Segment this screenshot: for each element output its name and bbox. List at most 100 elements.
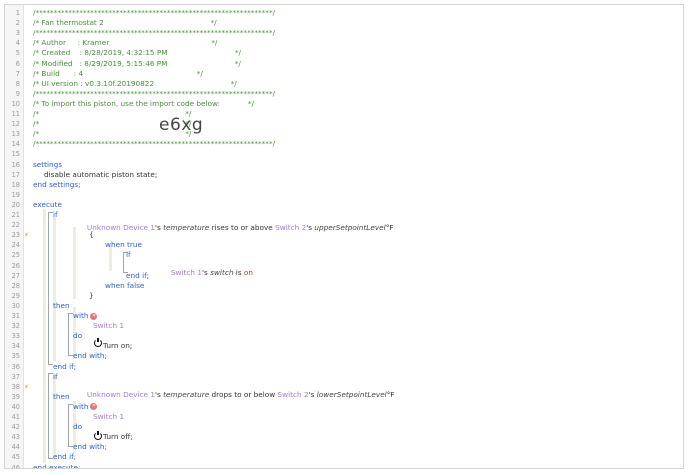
line-number: 38 [11, 382, 20, 391]
code-line: /* */ [33, 119, 192, 129]
line-number: 5 [15, 49, 20, 58]
code-line[interactable]: { [89, 230, 683, 240]
line-number: 17 [11, 170, 20, 179]
line-number: 41 [11, 413, 20, 421]
line-number: 34 [11, 342, 20, 351]
code-line[interactable]: end if; [126, 271, 683, 281]
if2-bracket [48, 373, 49, 459]
line-number: 2 [15, 19, 20, 28]
trigger-marker-column: ⚡ ⚡ [23, 5, 30, 468]
code-line[interactable]: then [53, 392, 683, 402]
code-line: /* */ [33, 109, 192, 118]
code-line[interactable]: end settings; [33, 180, 683, 190]
line-number: 3 [15, 29, 20, 38]
code-line: /***************************************… [33, 8, 276, 17]
with1-bracket [68, 313, 69, 356]
code-line[interactable]: execute [33, 200, 683, 210]
piston-code-editor: 1 2 3 4 5 6 7 8 9 10 11 12 13 14 15 16 17 18 19 20 21 22 23 24 2… [4, 4, 684, 469]
line-number: 28 [11, 281, 20, 290]
code-line[interactable]: when true [105, 240, 683, 250]
code-line[interactable]: Turn off; [103, 432, 683, 442]
if1-block-bar [53, 217, 56, 361]
code-line[interactable]: end with; [73, 442, 683, 452]
line-number: 32 [11, 322, 20, 331]
code-line[interactable]: do [73, 422, 683, 432]
line-number: 8 [15, 79, 20, 88]
line-number: 29 [11, 291, 20, 300]
code-line[interactable]: end execute; [33, 463, 683, 469]
code-line[interactable]: with ✕ [73, 402, 683, 412]
code-line[interactable]: end if; [53, 452, 683, 462]
line-number: 10 [11, 99, 20, 108]
line-number: 37 [11, 372, 20, 381]
line-number: 1 [15, 9, 20, 17]
code-line: /* Author : Kramer */ [33, 38, 218, 48]
lightning-bolt-icon: ⚡ [24, 382, 29, 391]
code-line: /***************************************… [33, 139, 276, 149]
line-number: 35 [11, 352, 20, 361]
if1-bracket [48, 212, 49, 365]
code-line: /* */ [33, 129, 192, 139]
inner-if-bracket [123, 252, 124, 273]
code-line[interactable]: if [53, 372, 683, 382]
line-number: 21 [11, 211, 20, 219]
code-line[interactable]: disable automatic piston state; [44, 170, 683, 180]
line-number: 11 [11, 110, 20, 118]
line-number: 4 [15, 39, 20, 48]
code-line: /* Build : 4 */ [33, 68, 203, 78]
code-line: /* Created : 8/28/2019, 4:32:15 PM */ [33, 48, 241, 58]
lightning-bolt-icon: ⚡ [24, 231, 29, 240]
line-number: 45 [11, 453, 20, 462]
line-number: 33 [11, 332, 20, 341]
code-line: /***************************************… [33, 88, 276, 98]
code-line[interactable]: } [89, 291, 683, 301]
code-line: /* Modified : 8/29/2019, 5:15:46 PM */ [33, 58, 241, 68]
code-line[interactable]: if [126, 250, 683, 260]
code-line[interactable]: settings [33, 160, 683, 170]
line-number: 30 [11, 301, 20, 310]
line-number: 20 [11, 200, 20, 209]
code-line: /***************************************… [33, 28, 276, 38]
line-number: 12 [11, 120, 20, 129]
line-number: 23 [11, 231, 20, 240]
line-number: 25 [11, 251, 20, 260]
code-line[interactable]: when false [105, 281, 683, 291]
code-area: e6xg Unknown Device 1's temperature rise… [31, 5, 683, 468]
if2-block-bar [53, 375, 56, 461]
line-number: 7 [15, 69, 20, 78]
line-number: 26 [11, 261, 20, 270]
line-number: 36 [11, 362, 20, 371]
line-number: 46 [11, 463, 20, 469]
code-line: /* UI version : v0.3.10f.20190822 */ [33, 78, 237, 88]
line-number: 43 [11, 433, 20, 442]
line-number: 15 [11, 150, 20, 159]
code-line[interactable]: Turn on; [103, 341, 683, 351]
with2-bracket [68, 404, 69, 447]
code-line[interactable]: Switch 1 [93, 412, 683, 422]
line-number: 14 [11, 140, 20, 149]
line-number: 19 [11, 190, 20, 199]
execute-block-bar [43, 209, 46, 463]
x-circle-icon[interactable]: ✕ [90, 312, 98, 320]
code-line: /* Fan thermostat 2 */ [33, 18, 217, 28]
power-icon [94, 431, 102, 440]
line-number: 22 [11, 221, 20, 230]
code-line[interactable]: end with; [73, 351, 683, 361]
line-number: 13 [11, 130, 20, 139]
line-number: 18 [11, 180, 20, 189]
code-line[interactable]: do [73, 331, 683, 341]
x-circle-icon[interactable]: ✕ [90, 403, 98, 411]
code-line[interactable]: if [53, 210, 683, 220]
line-number: 16 [11, 160, 20, 169]
line-number: 24 [11, 241, 20, 250]
line-number: 44 [11, 443, 20, 452]
line-number: 42 [11, 423, 20, 432]
code-line: /* To import this piston, use the import… [33, 98, 254, 108]
line-number: 39 [11, 392, 20, 401]
code-line[interactable]: Switch 1 [93, 321, 683, 331]
code-line[interactable]: end if; [53, 362, 683, 372]
line-number: 27 [11, 271, 20, 280]
line-number: 40 [11, 402, 20, 411]
code-line[interactable]: with ✕ [73, 311, 683, 321]
code-line[interactable]: then [53, 301, 683, 311]
